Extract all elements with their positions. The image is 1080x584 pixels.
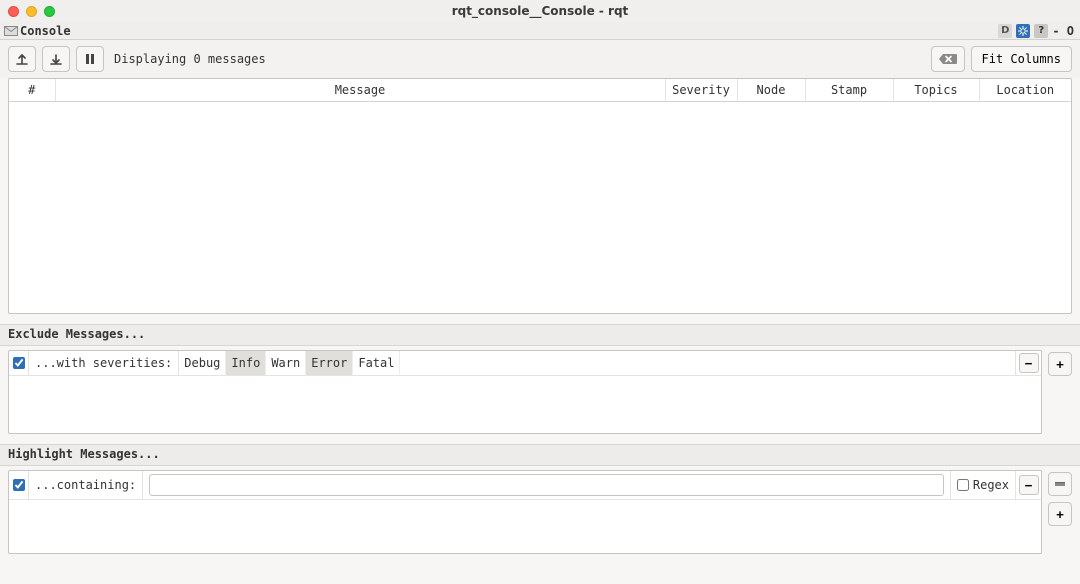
- envelope-icon: [4, 26, 18, 36]
- highlight-filter-box: ...containing: Regex −: [8, 470, 1042, 554]
- highlight-section: Highlight Messages... ...containing: Reg…: [8, 444, 1072, 554]
- exclude-row-remove-button[interactable]: −: [1019, 353, 1039, 373]
- exclude-filter-row: ...with severities: Debug Info Warn Erro…: [9, 351, 1041, 376]
- d-badge-icon[interactable]: D: [998, 24, 1012, 38]
- col-message[interactable]: Message: [55, 79, 665, 102]
- load-button[interactable]: [8, 46, 36, 72]
- col-severity[interactable]: Severity: [665, 79, 737, 102]
- exclude-row-label: ...with severities:: [29, 351, 179, 375]
- severity-chip-list: Debug Info Warn Error Fatal: [179, 351, 400, 375]
- exclude-add-button[interactable]: +: [1048, 352, 1072, 376]
- window-titlebar: rqt_console__Console - rqt: [0, 0, 1080, 22]
- dock-right-text: - O: [1052, 24, 1074, 38]
- highlight-add-button[interactable]: +: [1048, 502, 1072, 526]
- regex-label: Regex: [973, 478, 1009, 492]
- content: # Message Severity Node Stamp Topics Loc…: [0, 78, 1080, 582]
- severity-chip-debug[interactable]: Debug: [179, 351, 226, 375]
- severity-chip-warn[interactable]: Warn: [266, 351, 306, 375]
- highlight-resume-button[interactable]: [1048, 472, 1072, 496]
- col-topics[interactable]: Topics: [893, 79, 979, 102]
- col-number[interactable]: #: [9, 79, 55, 102]
- pause-button[interactable]: [76, 46, 104, 72]
- exclude-title: Exclude Messages...: [0, 324, 1080, 346]
- messages-table-header[interactable]: # Message Severity Node Stamp Topics Loc…: [9, 79, 1071, 102]
- severity-chip-info[interactable]: Info: [226, 351, 266, 375]
- highlight-title: Highlight Messages...: [0, 444, 1080, 466]
- save-button[interactable]: [42, 46, 70, 72]
- dock-header: Console D ? - O: [0, 22, 1080, 40]
- highlight-row-enable-checkbox[interactable]: [13, 479, 25, 491]
- highlight-row-remove-button[interactable]: −: [1019, 475, 1039, 495]
- clear-button[interactable]: [931, 46, 965, 72]
- status-text: Displaying 0 messages: [114, 52, 266, 66]
- highlight-filter-row: ...containing: Regex −: [9, 471, 1041, 500]
- exclude-row-enable-checkbox[interactable]: [13, 357, 25, 369]
- gear-icon[interactable]: [1016, 24, 1030, 38]
- window-title: rqt_console__Console - rqt: [0, 4, 1080, 18]
- exclude-filter-box: ...with severities: Debug Info Warn Erro…: [8, 350, 1042, 434]
- highlight-containing-input[interactable]: [149, 474, 944, 496]
- col-stamp[interactable]: Stamp: [805, 79, 893, 102]
- col-location[interactable]: Location: [979, 79, 1071, 102]
- messages-table[interactable]: # Message Severity Node Stamp Topics Loc…: [8, 78, 1072, 314]
- fit-columns-button[interactable]: Fit Columns: [971, 46, 1072, 72]
- severity-chip-fatal[interactable]: Fatal: [353, 351, 400, 375]
- dock-title: Console: [20, 24, 71, 38]
- toolbar: Displaying 0 messages Fit Columns: [0, 40, 1080, 78]
- exclude-section: Exclude Messages... ...with severities: …: [8, 324, 1072, 434]
- help-icon[interactable]: ?: [1034, 24, 1048, 38]
- highlight-row-label: ...containing:: [29, 471, 143, 499]
- regex-checkbox[interactable]: [957, 479, 969, 491]
- severity-chip-error[interactable]: Error: [306, 351, 353, 375]
- col-node[interactable]: Node: [737, 79, 805, 102]
